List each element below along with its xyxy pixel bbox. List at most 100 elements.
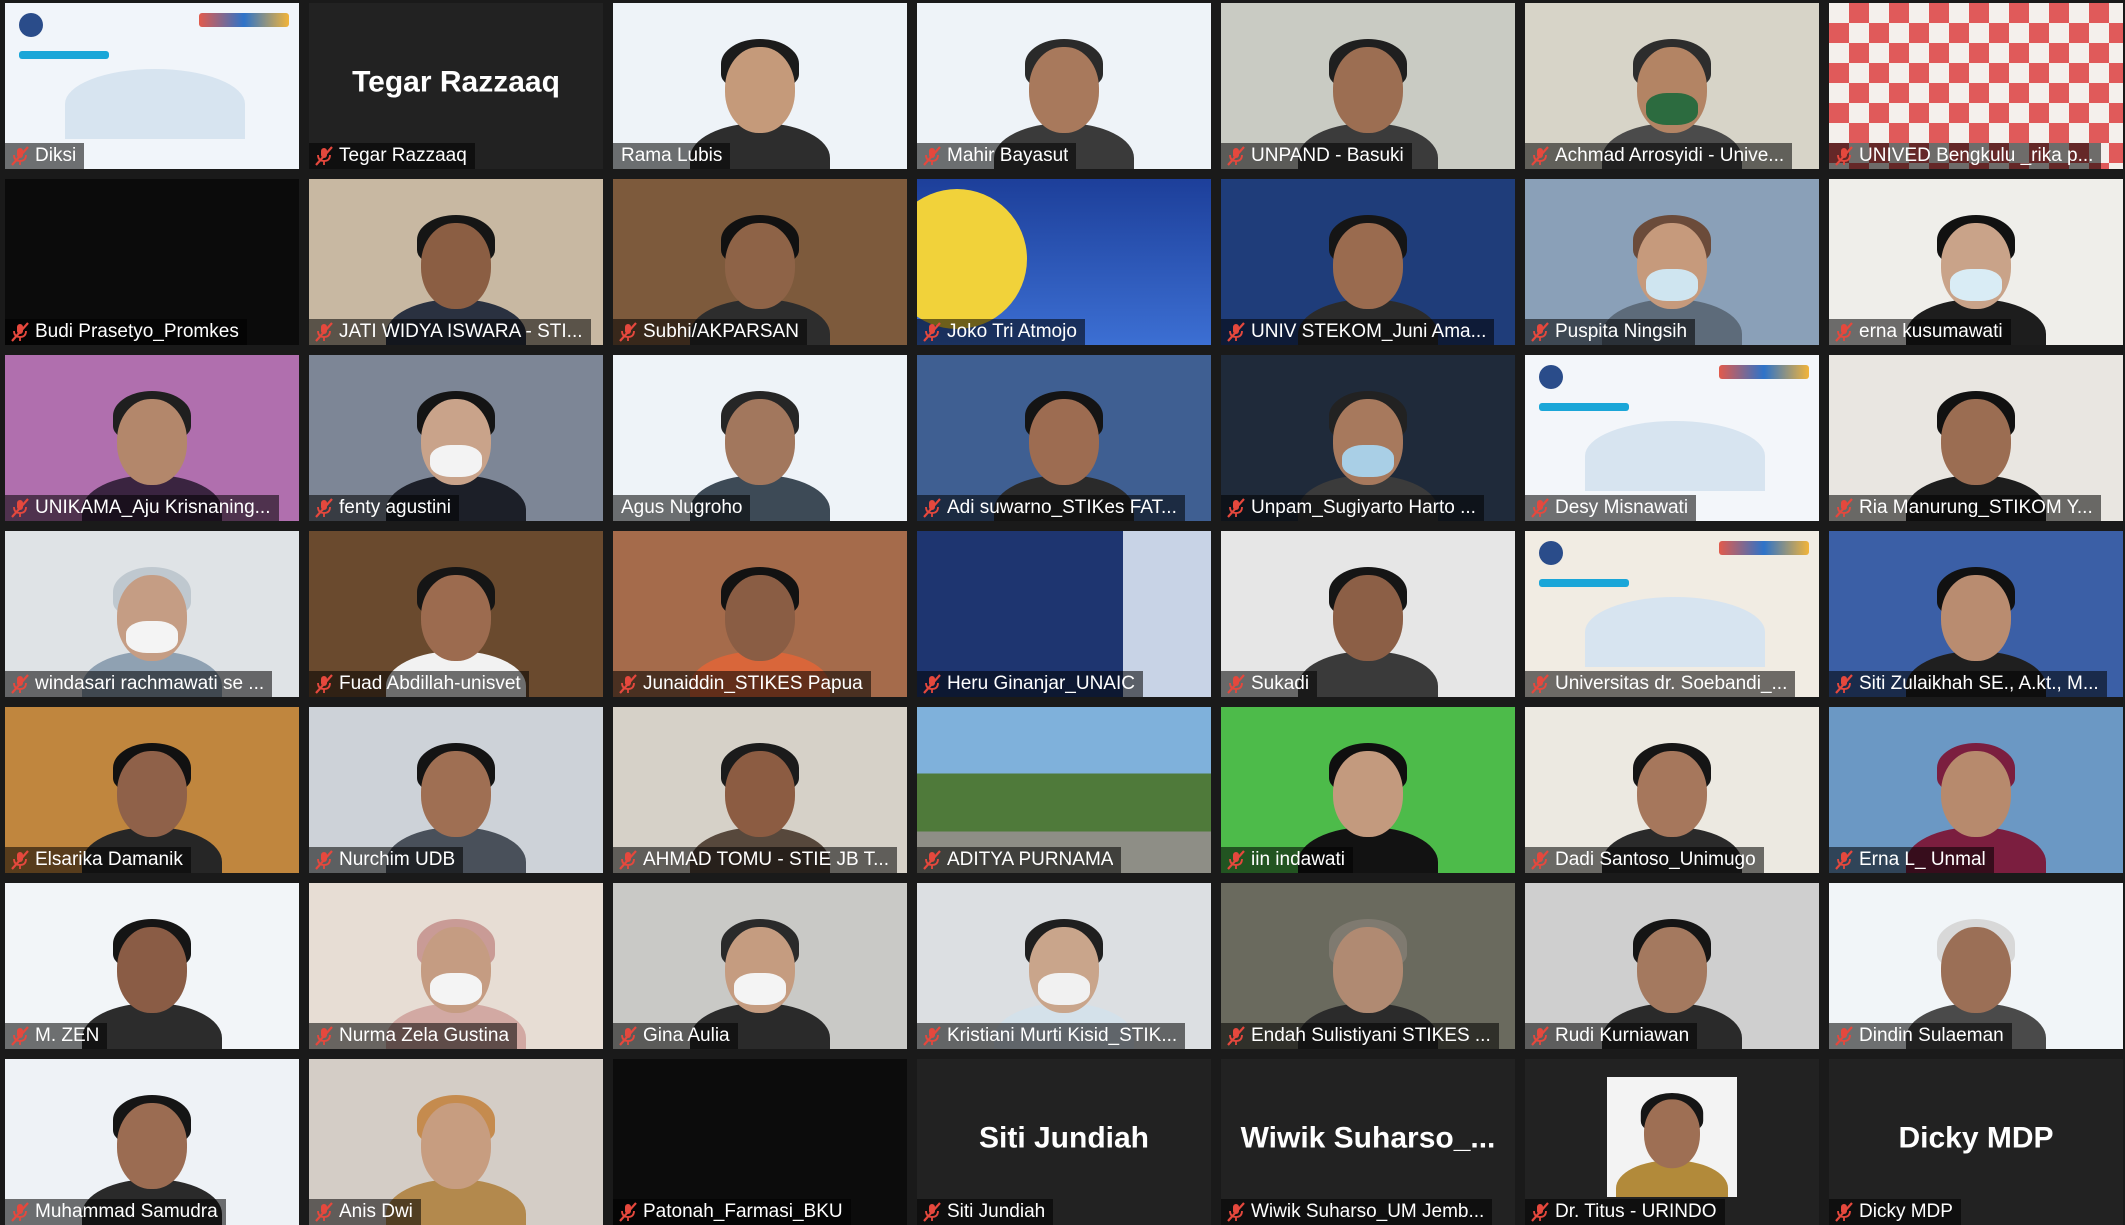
participant-tile[interactable]: Dindin Sulaeman bbox=[1829, 883, 2123, 1049]
participant-tile[interactable]: Tegar Razzaaq Tegar Razzaaq bbox=[309, 3, 603, 169]
participant-tile[interactable]: ADITYA PURNAMA bbox=[917, 707, 1211, 873]
mic-muted-icon bbox=[1227, 1202, 1245, 1222]
participant-name-bar: Siti Jundiah bbox=[917, 1199, 1054, 1225]
participant-tile[interactable]: Desy Misnawati bbox=[1525, 355, 1819, 521]
participant-tile[interactable]: Dr. Titus - URINDO bbox=[1525, 1059, 1819, 1225]
mic-muted-icon bbox=[923, 674, 941, 694]
participant-tile[interactable]: Ria Manurung_STIKOM Y... bbox=[1829, 355, 2123, 521]
participant-name-bar: Elsarika Damanik bbox=[5, 847, 191, 873]
participant-tile[interactable]: iin indawati bbox=[1221, 707, 1515, 873]
participant-tile[interactable]: Achmad Arrosyidi - Unive... bbox=[1525, 3, 1819, 169]
participant-tile[interactable]: Kristiani Murti Kisid_STIK... bbox=[917, 883, 1211, 1049]
participant-tile[interactable]: Wiwik Suharso_... Wiwik Suharso_UM Jemb..… bbox=[1221, 1059, 1515, 1225]
participant-tile[interactable]: Diksi bbox=[5, 3, 299, 169]
mic-muted-icon bbox=[1835, 1026, 1853, 1046]
participant-name-bar: UNIV STEKOM_Juni Ama... bbox=[1221, 319, 1495, 345]
mic-muted-icon bbox=[1227, 322, 1245, 342]
mic-muted-icon bbox=[1531, 1202, 1549, 1222]
participant-name-bar: fenty agustini bbox=[309, 495, 459, 521]
participant-tile[interactable]: Budi Prasetyo_Promkes bbox=[5, 179, 299, 345]
participant-name: Endah Sulistiyani STIKES ... bbox=[1251, 1025, 1491, 1046]
participant-name-bar: Achmad Arrosyidi - Unive... bbox=[1525, 143, 1793, 169]
mic-muted-icon bbox=[1227, 1026, 1245, 1046]
participant-tile[interactable]: UNPAND - Basuki bbox=[1221, 3, 1515, 169]
participant-tile[interactable]: Endah Sulistiyani STIKES ... bbox=[1221, 883, 1515, 1049]
participant-tile[interactable]: Anis Dwi bbox=[309, 1059, 603, 1225]
mic-muted-icon bbox=[1531, 674, 1549, 694]
mic-muted-icon bbox=[315, 850, 333, 870]
participant-name: Tegar Razzaaq bbox=[339, 145, 467, 166]
participant-name: UNPAND - Basuki bbox=[1251, 145, 1404, 166]
participant-tile[interactable]: Muhammad Samudra bbox=[5, 1059, 299, 1225]
participant-tile[interactable]: fenty agustini bbox=[309, 355, 603, 521]
participant-tile[interactable]: Adi suwarno_STIKes FAT... bbox=[917, 355, 1211, 521]
participant-tile[interactable]: Joko Tri Atmojo bbox=[917, 179, 1211, 345]
participant-name: UNIV STEKOM_Juni Ama... bbox=[1251, 321, 1487, 342]
participant-name-bar: Mahir Bayasut bbox=[917, 143, 1077, 169]
mic-muted-icon bbox=[1835, 498, 1853, 518]
mic-muted-icon bbox=[1531, 498, 1549, 518]
participant-name-bar: Muhammad Samudra bbox=[5, 1199, 226, 1225]
participant-name: Subhi/AKPARSAN bbox=[643, 321, 799, 342]
participant-tile[interactable]: Rama Lubis bbox=[613, 3, 907, 169]
mic-muted-icon bbox=[315, 674, 333, 694]
participant-tile[interactable]: Dicky MDP Dicky MDP bbox=[1829, 1059, 2123, 1225]
participant-name-bar: Wiwik Suharso_UM Jemb... bbox=[1221, 1199, 1493, 1225]
participant-tile[interactable]: Puspita Ningsih bbox=[1525, 179, 1819, 345]
participant-name-bar: Kristiani Murti Kisid_STIK... bbox=[917, 1023, 1186, 1049]
participant-tile[interactable]: Siti Zulaikhah SE., A.kt., M... bbox=[1829, 531, 2123, 697]
participant-tile[interactable]: Elsarika Damanik bbox=[5, 707, 299, 873]
participant-tile[interactable]: M. ZEN bbox=[5, 883, 299, 1049]
participant-tile[interactable]: Nurma Zela Gustina bbox=[309, 883, 603, 1049]
participant-name-bar: Joko Tri Atmojo bbox=[917, 319, 1085, 345]
participant-name: ADITYA PURNAMA bbox=[947, 849, 1114, 870]
participant-tile[interactable]: Subhi/AKPARSAN bbox=[613, 179, 907, 345]
participant-name: Junaiddin_STIKES Papua bbox=[643, 673, 863, 694]
mic-muted-icon bbox=[1227, 850, 1245, 870]
participant-tile[interactable]: AHMAD TOMU - STIE JB T... bbox=[613, 707, 907, 873]
participant-tile[interactable]: Fuad Abdillah-unisvet bbox=[309, 531, 603, 697]
participant-tile[interactable]: Heru Ginanjar_UNAIC bbox=[917, 531, 1211, 697]
participant-name: Erna L_ Unmal bbox=[1859, 849, 1986, 870]
participant-tile[interactable]: Patonah_Farmasi_BKU bbox=[613, 1059, 907, 1225]
participant-tile[interactable]: UNIKAMA_Aju Krisnaning... bbox=[5, 355, 299, 521]
participant-figure bbox=[82, 899, 222, 1049]
participant-name-bar: Rudi Kurniawan bbox=[1525, 1023, 1698, 1049]
participant-display-name: Dicky MDP bbox=[1898, 1121, 2054, 1155]
participant-tile[interactable]: Unpam_Sugiyarto Harto ... bbox=[1221, 355, 1515, 521]
participant-tile[interactable]: Dadi Santoso_Unimugo bbox=[1525, 707, 1819, 873]
mic-muted-icon bbox=[1531, 1026, 1549, 1046]
participant-name: UNIKAMA_Aju Krisnaning... bbox=[35, 497, 271, 518]
participant-tile[interactable]: UNIVED Bengkulu _rika p... bbox=[1829, 3, 2123, 169]
participant-name-bar: Dadi Santoso_Unimugo bbox=[1525, 847, 1764, 873]
participant-tile[interactable]: Junaiddin_STIKES Papua bbox=[613, 531, 907, 697]
participant-name: Puspita Ningsih bbox=[1555, 321, 1688, 342]
participant-name-bar: Dicky MDP bbox=[1829, 1199, 1961, 1225]
participant-tile[interactable]: Mahir Bayasut bbox=[917, 3, 1211, 169]
participant-tile[interactable]: Gina Aulia bbox=[613, 883, 907, 1049]
participant-name: Muhammad Samudra bbox=[35, 1201, 218, 1222]
participant-name: Unpam_Sugiyarto Harto ... bbox=[1251, 497, 1476, 518]
participant-tile[interactable]: UNIV STEKOM_Juni Ama... bbox=[1221, 179, 1515, 345]
participant-name-bar: Subhi/AKPARSAN bbox=[613, 319, 807, 345]
mic-muted-icon bbox=[923, 1202, 941, 1222]
participant-tile[interactable]: erna kusumawati bbox=[1829, 179, 2123, 345]
participant-tile[interactable]: Rudi Kurniawan bbox=[1525, 883, 1819, 1049]
participant-name-bar: UNIVED Bengkulu _rika p... bbox=[1829, 143, 2102, 169]
participant-name: Fuad Abdillah-unisvet bbox=[339, 673, 521, 694]
participant-tile[interactable]: Nurchim UDB bbox=[309, 707, 603, 873]
participant-tile[interactable]: JATI WIDYA ISWARA - STI... bbox=[309, 179, 603, 345]
participant-tile[interactable]: Agus Nugroho bbox=[613, 355, 907, 521]
participant-tile[interactable]: Erna L_ Unmal bbox=[1829, 707, 2123, 873]
participant-tile[interactable]: Universitas dr. Soebandi_... bbox=[1525, 531, 1819, 697]
participant-name: Dindin Sulaeman bbox=[1859, 1025, 2004, 1046]
participant-name-bar: Budi Prasetyo_Promkes bbox=[5, 319, 247, 345]
participant-name: Mahir Bayasut bbox=[947, 145, 1069, 166]
participant-name-bar: M. ZEN bbox=[5, 1023, 108, 1049]
participant-tile[interactable]: Siti Jundiah Siti Jundiah bbox=[917, 1059, 1211, 1225]
mic-muted-icon bbox=[11, 322, 29, 342]
participant-name-bar: Endah Sulistiyani STIKES ... bbox=[1221, 1023, 1499, 1049]
mic-muted-icon bbox=[11, 1202, 29, 1222]
participant-tile[interactable]: Sukadi bbox=[1221, 531, 1515, 697]
participant-tile[interactable]: windasari rachmawati se ... bbox=[5, 531, 299, 697]
